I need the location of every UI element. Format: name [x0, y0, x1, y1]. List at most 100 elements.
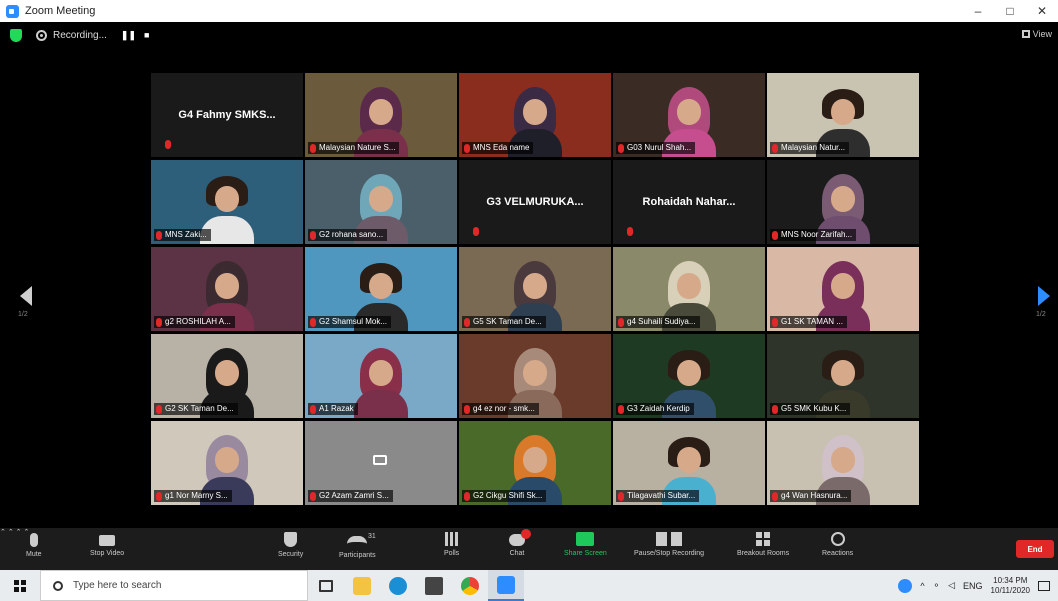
- pause-recording-button[interactable]: ❚❚: [121, 30, 136, 41]
- participant-tile[interactable]: G3 Zaidah Kerdip: [613, 334, 765, 418]
- next-page-arrow-icon[interactable]: [1038, 286, 1050, 306]
- participant-name-tag: G03 Nurul Shah...: [616, 142, 696, 154]
- video-options-caret-icon[interactable]: ⌃: [8, 529, 14, 536]
- participant-name: G2 Shamsul Mok...: [319, 317, 388, 326]
- participant-name-tag: g4 Wan Hasnura...: [770, 490, 852, 502]
- participant-tile[interactable]: MNS Noor Zarifah...: [767, 160, 919, 244]
- minimize-button[interactable]: –: [962, 0, 994, 22]
- participant-name-tag: MNS Noor Zarifah...: [770, 229, 857, 241]
- next-page-label: 1/2: [1036, 311, 1046, 318]
- camera-icon: [99, 535, 116, 546]
- pause-stop-recording-button[interactable]: Pause/Stop Recording: [634, 532, 704, 557]
- grid-view-icon: [1021, 30, 1030, 38]
- participant-tile[interactable]: Rohaidah Nahar...: [613, 160, 765, 244]
- store-button[interactable]: [416, 570, 452, 601]
- encryption-shield-icon[interactable]: [10, 28, 22, 42]
- muted-mic-icon: [464, 404, 470, 414]
- participant-tile[interactable]: Tilagavathi Subar...: [613, 421, 765, 505]
- share-screen-icon: [576, 532, 595, 546]
- zoom-tray-icon[interactable]: [898, 578, 913, 593]
- taskbar-search[interactable]: Type here to search: [40, 570, 308, 601]
- participant-tile[interactable]: G3 VELMURUKA...: [459, 160, 611, 244]
- participants-count: 31: [368, 533, 376, 540]
- participant-tile[interactable]: G1 SK TAMAN ...: [767, 247, 919, 331]
- participant-tile[interactable]: G4 Fahmy SMKS...: [151, 73, 303, 157]
- previous-page-arrow-icon[interactable]: [20, 286, 32, 306]
- participant-tile[interactable]: G2 Cikgu Shifi Sk...: [459, 421, 611, 505]
- participant-name: g4 Suhaili Sudiya...: [627, 317, 696, 326]
- stop-recording-button[interactable]: ■: [144, 30, 149, 40]
- close-button[interactable]: ✕: [1026, 0, 1058, 22]
- chat-button[interactable]: Chat: [509, 529, 531, 557]
- clock[interactable]: 10:34 PM 10/11/2020: [991, 576, 1030, 596]
- stop-video-button[interactable]: Stop Video: [90, 532, 124, 557]
- participant-name-tag: MNS Eda name: [462, 142, 534, 154]
- zoom-taskbar-button[interactable]: [488, 570, 524, 601]
- muted-mic-icon: [464, 491, 470, 501]
- start-button[interactable]: [0, 570, 40, 601]
- participants-icon: [347, 536, 368, 548]
- participant-name-tag: g4 ez nor - smk...: [462, 403, 539, 415]
- mute-button[interactable]: Mute: [26, 532, 42, 558]
- participant-tile[interactable]: Malaysian Natur...: [767, 73, 919, 157]
- participant-tile[interactable]: G5 SMK Kubu K...: [767, 334, 919, 418]
- participants-caret-icon[interactable]: ⌃: [16, 529, 22, 536]
- language-indicator[interactable]: ENG: [963, 581, 983, 591]
- breakout-rooms-icon: [756, 532, 771, 546]
- reactions-button[interactable]: Reactions: [822, 532, 853, 557]
- security-button[interactable]: Security: [278, 532, 303, 558]
- participant-tile[interactable]: G2 Shamsul Mok...: [305, 247, 457, 331]
- security-shield-icon: [284, 532, 298, 547]
- participant-tile[interactable]: Malaysian Nature S...: [305, 73, 457, 157]
- polls-button[interactable]: Polls: [444, 532, 459, 557]
- participant-tile[interactable]: G2 SK Taman De...: [151, 334, 303, 418]
- participant-name-tag: A1 Razak: [308, 403, 358, 415]
- participant-tile[interactable]: G5 SK Taman De...: [459, 247, 611, 331]
- maximize-button[interactable]: □: [994, 0, 1026, 22]
- previous-page-label: 1/2: [18, 311, 28, 318]
- participant-tile[interactable]: G2 rohana sano...: [305, 160, 457, 244]
- zoom-app-icon: [6, 4, 19, 18]
- edge-icon: [389, 576, 407, 595]
- share-screen-button[interactable]: Share Screen: [564, 532, 607, 557]
- show-hidden-icons-icon[interactable]: ^: [920, 581, 924, 591]
- participant-tile[interactable]: g2 ROSHILAH A...: [151, 247, 303, 331]
- participant-name: g4 Wan Hasnura...: [781, 491, 848, 500]
- view-button[interactable]: View: [1021, 29, 1052, 39]
- participant-name: G2 Azam Zamri S...: [319, 491, 389, 500]
- participant-tile[interactable]: MNS Zaki...: [151, 160, 303, 244]
- participant-tile[interactable]: G2 Azam Zamri S...: [305, 421, 457, 505]
- muted-mic-icon: [310, 143, 316, 153]
- mute-label: Mute: [26, 551, 42, 558]
- participant-name-tag: MNS Zaki...: [154, 229, 211, 241]
- network-icon[interactable]: ⚬: [933, 580, 941, 591]
- participant-name: A1 Razak: [319, 404, 354, 413]
- task-view-button[interactable]: [308, 570, 344, 601]
- participant-name-tag: Malaysian Natur...: [770, 142, 850, 154]
- participant-name: G3 VELMURUKA...: [486, 196, 584, 208]
- audio-options-caret-icon[interactable]: ⌃: [0, 529, 6, 536]
- participant-tile[interactable]: MNS Eda name: [459, 73, 611, 157]
- muted-mic-icon: [310, 230, 316, 240]
- notifications-icon[interactable]: [1038, 580, 1050, 591]
- participant-tile[interactable]: g4 Suhaili Sudiya...: [613, 247, 765, 331]
- breakout-rooms-button[interactable]: Breakout Rooms: [737, 532, 789, 557]
- end-meeting-button[interactable]: End: [1016, 540, 1054, 558]
- participant-tile[interactable]: G03 Nurul Shah...: [613, 73, 765, 157]
- chrome-button[interactable]: [452, 570, 488, 601]
- volume-icon[interactable]: ◁: [948, 580, 955, 591]
- file-explorer-button[interactable]: [344, 570, 380, 601]
- participant-tile[interactable]: g4 Wan Hasnura...: [767, 421, 919, 505]
- security-label: Security: [278, 551, 304, 558]
- participant-tile[interactable]: g4 ez nor - smk...: [459, 334, 611, 418]
- microphone-icon: [29, 533, 38, 547]
- edge-button[interactable]: [380, 570, 416, 601]
- participant-name: MNS Eda name: [473, 143, 530, 152]
- muted-mic-icon: [156, 317, 162, 327]
- participant-tile[interactable]: A1 Razak: [305, 334, 457, 418]
- participant-name-tag: G2 Cikgu Shifi Sk...: [462, 490, 547, 502]
- breakout-rooms-label: Breakout Rooms: [737, 550, 790, 557]
- participant-tile[interactable]: g1 Nor Marny S...: [151, 421, 303, 505]
- participant-name-tag: G3 Zaidah Kerdip: [616, 403, 694, 415]
- store-icon: [425, 576, 443, 595]
